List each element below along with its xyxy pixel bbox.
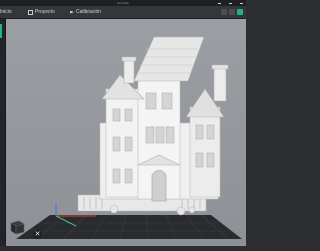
tab-label: Calibración bbox=[76, 9, 102, 15]
3d-viewport[interactable] bbox=[6, 19, 246, 246]
close-icon[interactable]: ✕ bbox=[33, 230, 42, 239]
tab-bar: Inicio Proyecto Calibración bbox=[0, 6, 246, 19]
toolbar-button-active[interactable] bbox=[237, 9, 243, 15]
tab-label: Inicio bbox=[0, 9, 12, 15]
scene-svg bbox=[16, 36, 242, 240]
tab-project[interactable]: Proyecto bbox=[28, 6, 55, 18]
toolbar-button[interactable] bbox=[229, 9, 235, 15]
build-plate bbox=[16, 215, 242, 239]
top-right-toolbar bbox=[221, 6, 246, 18]
calibration-icon bbox=[70, 10, 74, 14]
tab-home[interactable]: Inicio bbox=[0, 6, 12, 18]
project-icon bbox=[28, 9, 33, 15]
sidebar-selection-indicator bbox=[0, 24, 2, 38]
tab-calibration[interactable]: Calibración bbox=[70, 6, 101, 18]
tab-label: Proyecto bbox=[35, 9, 55, 15]
toolbar-button[interactable] bbox=[221, 9, 227, 15]
house-model[interactable] bbox=[77, 36, 229, 216]
view-cube-icon[interactable] bbox=[8, 218, 26, 236]
